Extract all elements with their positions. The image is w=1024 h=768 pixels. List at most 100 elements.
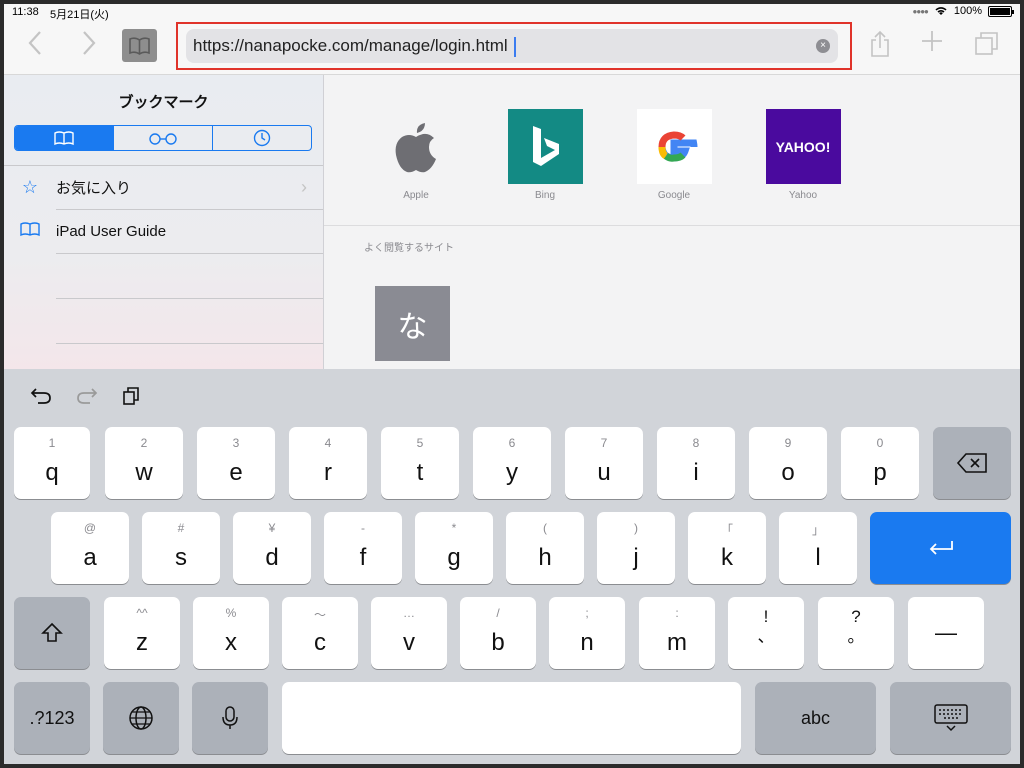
frequent-sites-title: よく閲覧するサイト xyxy=(364,243,454,254)
book-icon xyxy=(54,131,74,146)
tab-bookmarks[interactable] xyxy=(15,126,113,150)
battery-icon xyxy=(988,5,1014,17)
ipad-screen: 11:38 5月21日(火) ●●●● 100% https://nanapoc… xyxy=(4,4,1020,764)
key-dash[interactable]: — xyxy=(908,597,984,669)
wifi-icon xyxy=(935,7,947,15)
key-a[interactable]: @ a xyxy=(51,512,129,584)
divider xyxy=(56,343,323,344)
book-icon xyxy=(129,37,150,55)
shift-arrow-icon xyxy=(41,622,63,642)
favorites-area: Apple Bing Google YAHOO! Yahoo よく閲覧するサイト… xyxy=(324,75,1020,375)
bookmarks-button[interactable] xyxy=(122,29,157,62)
key-h[interactable]: (h xyxy=(506,512,584,584)
key-g[interactable]: * g xyxy=(415,512,493,584)
key-w[interactable]: 2w xyxy=(105,427,183,499)
paste-icon[interactable] xyxy=(122,385,142,405)
key-r[interactable]: 4r xyxy=(289,427,367,499)
favorite-apple[interactable]: Apple xyxy=(376,109,456,201)
tabs-overview-icon[interactable] xyxy=(974,30,1000,56)
favorite-yahoo[interactable]: YAHOO! Yahoo xyxy=(763,109,843,201)
clock-icon xyxy=(253,129,271,147)
glasses-icon xyxy=(149,133,177,145)
key-j[interactable]: ) j xyxy=(597,512,675,584)
tab-history[interactable] xyxy=(212,126,311,150)
url-field[interactable]: https://nanapocke.com/manage/login.html … xyxy=(186,29,838,63)
book-icon xyxy=(4,221,56,242)
key-q[interactable]: 1q xyxy=(14,427,90,499)
key-i[interactable]: 8i xyxy=(657,427,735,499)
url-text[interactable]: https://nanapocke.com/manage/login.html xyxy=(193,36,516,57)
forward-chevron-icon[interactable] xyxy=(82,30,96,56)
key-v[interactable]: … v xyxy=(371,597,447,669)
chevron-right-icon: › xyxy=(301,176,307,197)
tab-reading-list[interactable] xyxy=(113,126,212,150)
sidebar-item-label: お気に入り xyxy=(56,179,132,197)
key-question-period[interactable]: ?。 xyxy=(818,597,894,669)
bookmarks-sidebar: ブックマーク ☆ お気に入り › iPad User Guide xyxy=(4,75,324,375)
sidebar-title: ブックマーク xyxy=(118,94,209,111)
sidebar-segmented-control xyxy=(14,125,312,151)
favorite-google[interactable]: Google xyxy=(634,109,714,201)
favorite-label: Bing xyxy=(534,190,555,201)
key-d[interactable]: ¥ d xyxy=(233,512,311,584)
delete-key[interactable] xyxy=(933,427,1011,499)
key-l[interactable]: 」 l xyxy=(779,512,857,584)
star-icon: ☆ xyxy=(21,176,39,197)
favorite-label: Apple xyxy=(403,190,429,201)
key-z[interactable]: ^^ z xyxy=(104,597,180,669)
key-b[interactable]: / b xyxy=(460,597,536,669)
new-tab-plus-icon[interactable] xyxy=(921,30,943,52)
divider xyxy=(324,225,1020,226)
globe-icon xyxy=(129,706,153,730)
status-right: ●●●● 100% xyxy=(913,5,1014,17)
return-key[interactable] xyxy=(870,512,1011,584)
clear-icon[interactable]: × xyxy=(816,39,830,53)
key-f[interactable]: -f xyxy=(324,512,402,584)
undo-icon[interactable] xyxy=(30,385,52,405)
key-t[interactable]: 5t xyxy=(381,427,459,499)
bing-logo-icon xyxy=(507,109,583,184)
favorite-label: Google xyxy=(657,190,691,201)
battery-percent: 100% xyxy=(953,5,982,17)
keyboard-dismiss-icon xyxy=(933,704,968,732)
google-logo-icon xyxy=(636,109,712,184)
shift-key[interactable] xyxy=(14,597,90,669)
sidebar-item-label: iPad User Guide xyxy=(56,222,167,240)
frequent-site-tile[interactable]: な xyxy=(375,286,450,361)
key-c[interactable]: 〜 c xyxy=(282,597,358,669)
key-u[interactable]: 7u xyxy=(565,427,643,499)
key-p[interactable]: 0p xyxy=(841,427,919,499)
key-s[interactable]: # s xyxy=(142,512,220,584)
sidebar-item-ipad-guide[interactable]: iPad User Guide xyxy=(4,209,323,253)
yahoo-logo-icon: YAHOO! xyxy=(765,109,841,184)
key-x[interactable]: % x xyxy=(193,597,269,669)
sidebar-item-favorites[interactable]: ☆ お気に入り › xyxy=(4,165,323,209)
hide-keyboard-key[interactable] xyxy=(890,682,1011,754)
return-icon xyxy=(929,541,953,555)
software-keyboard: 1q 2w 3e 4r 5t 6y 7u 8i 9o 0p @ a # s ¥ d -… xyxy=(4,369,1020,764)
key-m[interactable]: :m xyxy=(639,597,715,669)
abc-key[interactable]: abc xyxy=(755,682,876,754)
key-o[interactable]: 9o xyxy=(749,427,827,499)
numbers-key[interactable]: .?123 xyxy=(14,682,90,754)
back-chevron-icon[interactable] xyxy=(28,30,42,56)
key-y[interactable]: 6y xyxy=(473,427,551,499)
share-icon[interactable] xyxy=(870,30,890,58)
key-exclaim-comma[interactable]: !、 xyxy=(728,597,804,669)
redo-icon[interactable] xyxy=(76,385,98,405)
favorite-bing[interactable]: Bing xyxy=(505,109,585,201)
key-n[interactable]: ; n xyxy=(549,597,625,669)
status-bar: 11:38 5月21日(火) ●●●● 100% xyxy=(4,4,1020,22)
divider xyxy=(56,298,323,299)
globe-key[interactable] xyxy=(103,682,179,754)
favorite-label: Yahoo xyxy=(788,190,818,201)
safari-toolbar: https://nanapocke.com/manage/login.html … xyxy=(4,22,1020,75)
backspace-icon xyxy=(956,453,987,473)
microphone-icon xyxy=(222,706,238,729)
status-date: 5月21日(火) xyxy=(50,9,109,21)
space-bar[interactable] xyxy=(282,682,741,754)
key-e[interactable]: 3e xyxy=(197,427,275,499)
key-k[interactable]: 「k xyxy=(688,512,766,584)
dictation-key[interactable] xyxy=(192,682,268,754)
status-time: 11:38 xyxy=(12,6,39,18)
